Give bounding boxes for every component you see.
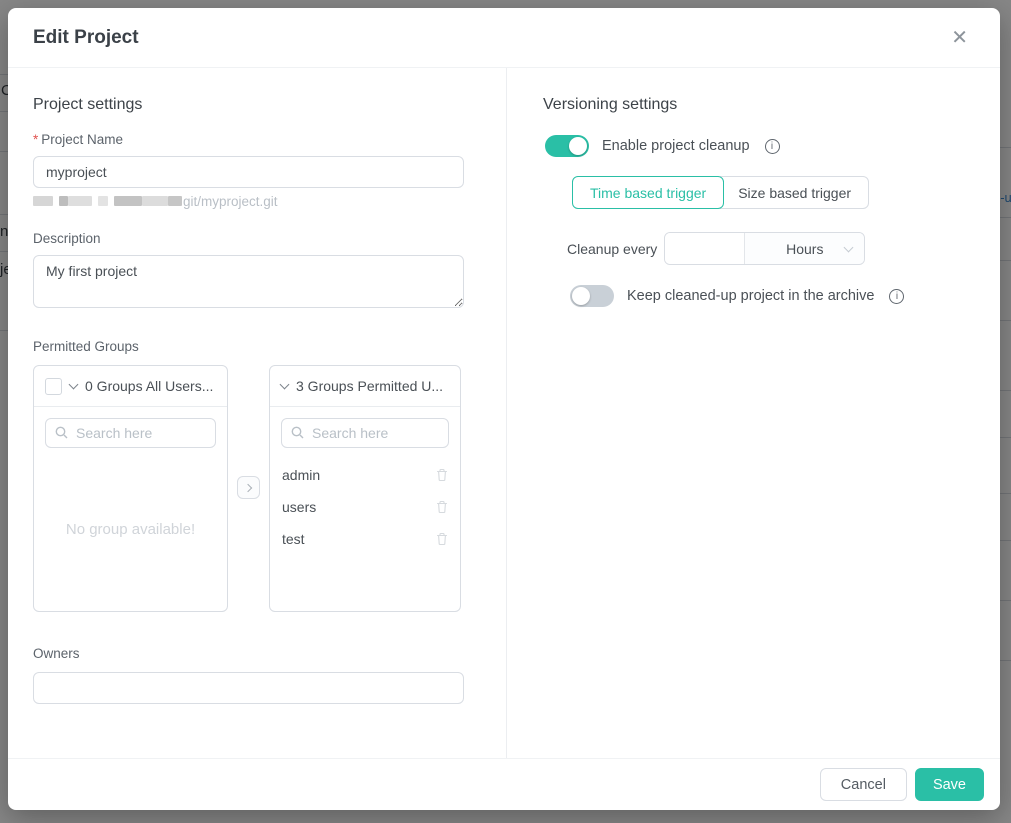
permitted-groups-list: admin users test (270, 448, 460, 566)
chevron-down-icon (69, 379, 79, 389)
available-groups-search (45, 418, 216, 448)
description-textarea[interactable] (33, 255, 464, 308)
available-groups-count: 0 Groups All Users... (85, 378, 213, 394)
close-icon[interactable]: ✕ (947, 24, 972, 52)
cleanup-every-label: Cleanup every (567, 241, 657, 257)
search-icon (55, 426, 68, 439)
modal-header: Edit Project ✕ (8, 8, 1000, 68)
owners-input[interactable] (33, 672, 464, 704)
permitted-groups-box: 3 Groups Permitted U... admin (269, 365, 461, 612)
transfer-right-button[interactable] (237, 476, 260, 499)
available-groups-box: 0 Groups All Users... No group available… (33, 365, 228, 612)
project-name-input[interactable] (33, 156, 464, 188)
search-icon (291, 426, 304, 439)
versioning-settings-section: Versioning settings Enable project clean… (507, 68, 1000, 758)
trash-icon[interactable] (436, 500, 448, 514)
permitted-groups-count: 3 Groups Permitted U... (296, 378, 443, 394)
list-item[interactable]: test (282, 523, 448, 555)
group-transfer-widget: 0 Groups All Users... No group available… (33, 365, 464, 612)
info-icon[interactable]: i (889, 289, 904, 304)
info-icon[interactable]: i (765, 139, 780, 154)
project-settings-heading: Project settings (33, 96, 464, 114)
empty-state-text: No group available! (34, 448, 227, 611)
redacted-text (168, 196, 182, 206)
modal-footer: Cancel Save (8, 758, 1000, 810)
archive-row: Keep cleaned-up project in the archive i (570, 285, 1000, 307)
redacted-text (142, 196, 168, 206)
redacted-text (114, 196, 142, 206)
redacted-text (33, 196, 53, 206)
project-settings-section: Project settings *Project Name git/mypro… (8, 68, 507, 758)
owners-label: Owners (33, 646, 464, 661)
toggle-knob (569, 137, 587, 155)
keep-archive-toggle[interactable] (570, 285, 614, 307)
tab-size-based-trigger[interactable]: Size based trigger (720, 176, 869, 209)
toggle-knob (572, 287, 590, 305)
cleanup-interval-input[interactable] (665, 233, 744, 264)
enable-cleanup-row: Enable project cleanup i (545, 135, 1000, 157)
select-all-checkbox[interactable] (45, 378, 62, 395)
tab-time-based-trigger[interactable]: Time based trigger (572, 176, 724, 209)
trigger-tabs: Time based trigger Size based trigger (572, 176, 1000, 209)
chevron-down-icon (844, 242, 854, 252)
list-item[interactable]: admin (282, 459, 448, 491)
page-title: Edit Project (33, 27, 139, 49)
cleanup-every-row: Cleanup every Hours (567, 232, 1000, 265)
enable-cleanup-label: Enable project cleanup (602, 138, 750, 154)
group-name: admin (282, 467, 320, 483)
list-item[interactable]: users (282, 491, 448, 523)
versioning-settings-heading: Versioning settings (543, 96, 1000, 114)
git-url-line: git/myproject.git (33, 193, 464, 209)
project-name-label: *Project Name (33, 132, 464, 147)
group-name: users (282, 499, 316, 515)
permitted-groups-search (281, 418, 449, 448)
cancel-button[interactable]: Cancel (820, 768, 907, 801)
enable-cleanup-toggle[interactable] (545, 135, 589, 157)
required-mark: * (33, 132, 38, 147)
trash-icon[interactable] (436, 468, 448, 482)
permitted-groups-label: Permitted Groups (33, 339, 464, 354)
redacted-text (98, 196, 108, 206)
edit-project-modal: Edit Project ✕ Project settings *Project… (8, 8, 1000, 810)
search-input[interactable] (45, 418, 216, 448)
chevron-down-icon (280, 379, 290, 389)
keep-archive-label: Keep cleaned-up project in the archive (627, 288, 874, 304)
redacted-text (68, 196, 92, 206)
cleanup-unit-value: Hours (786, 241, 823, 257)
save-button[interactable]: Save (915, 768, 984, 801)
cleanup-unit-select[interactable]: Hours (744, 233, 864, 264)
cleanup-interval-group: Hours (664, 232, 865, 265)
permitted-groups-header[interactable]: 3 Groups Permitted U... (270, 366, 460, 407)
available-groups-header[interactable]: 0 Groups All Users... (34, 366, 227, 407)
redacted-text (59, 196, 68, 206)
search-input[interactable] (281, 418, 449, 448)
group-name: test (282, 531, 305, 547)
trash-icon[interactable] (436, 532, 448, 546)
chevron-right-icon (243, 483, 251, 491)
git-url-suffix: git/myproject.git (183, 194, 278, 209)
description-label: Description (33, 231, 464, 246)
